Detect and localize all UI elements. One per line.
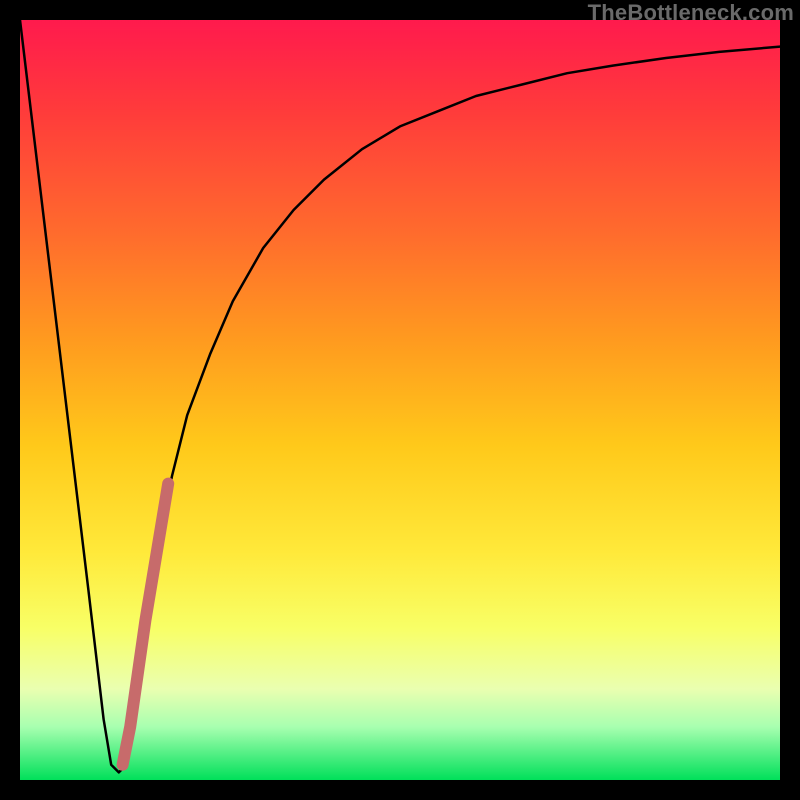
plot-area	[20, 20, 780, 780]
curve-svg	[20, 20, 780, 780]
chart-frame: TheBottleneck.com	[0, 0, 800, 800]
highlight-segment	[123, 484, 169, 765]
